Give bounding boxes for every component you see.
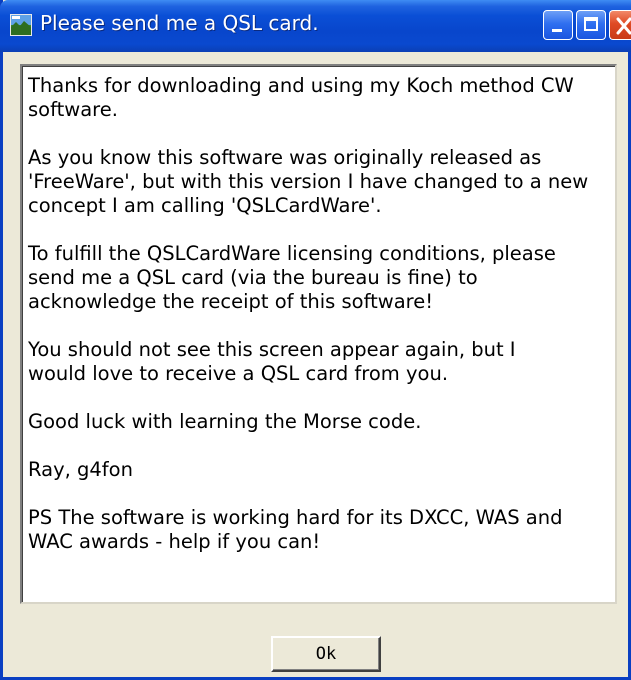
- app-icon: [10, 14, 32, 36]
- minimize-icon: [552, 29, 562, 32]
- message-paragraph: PS The software is working hard for its …: [28, 506, 563, 553]
- close-icon: [616, 17, 631, 35]
- close-button[interactable]: [609, 10, 631, 40]
- minimize-button[interactable]: [543, 10, 573, 40]
- message-textbox[interactable]: Thanks for downloading and using my Koch…: [20, 64, 617, 604]
- maximize-icon: [584, 17, 598, 31]
- message-paragraph: Thanks for downloading and using my Koch…: [28, 74, 574, 121]
- message-paragraph: To fulfill the QSLCardWare licensing con…: [28, 242, 556, 313]
- ok-button[interactable]: Ok: [271, 636, 381, 672]
- maximize-button[interactable]: [576, 10, 606, 40]
- message-paragraph: You should not see this screen appear ag…: [28, 338, 516, 385]
- title-bar[interactable]: Please send me a QSL card.: [0, 0, 631, 52]
- dialog-window: Please send me a QSL card. Thanks for do…: [0, 0, 631, 680]
- message-paragraph: Ray, g4fon: [28, 458, 133, 481]
- message-paragraph: As you know this software was originally…: [28, 146, 589, 217]
- message-paragraph: Good luck with learning the Morse code.: [28, 410, 422, 433]
- window-title: Please send me a QSL card.: [40, 11, 319, 35]
